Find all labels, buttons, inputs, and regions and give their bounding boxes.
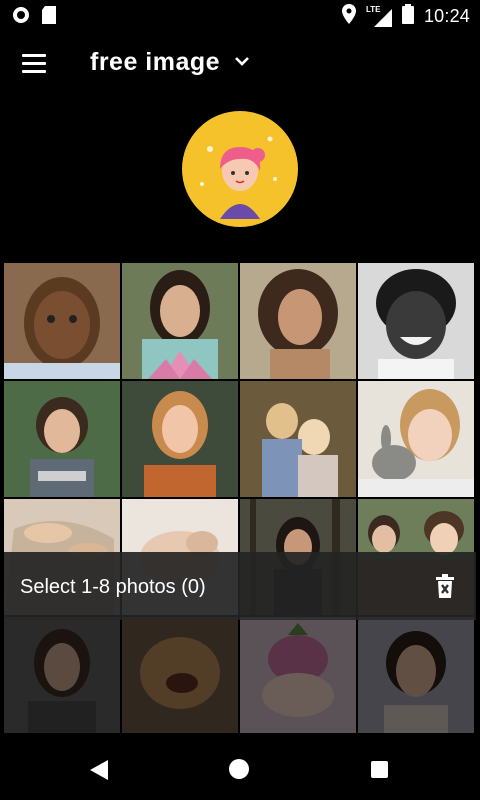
chevron-down-icon xyxy=(234,54,250,72)
photo-7[interactable] xyxy=(240,381,356,497)
status-bar: LTE 10:24 xyxy=(0,0,480,32)
selection-bar: Select 1-8 photos (0) xyxy=(4,552,476,620)
selection-count-label: Select 1-8 photos (0) xyxy=(20,576,206,598)
location-pin-icon xyxy=(341,4,356,29)
system-nav-bar xyxy=(0,740,480,800)
recent-apps-icon[interactable] xyxy=(371,761,388,778)
photo-6[interactable] xyxy=(122,381,238,497)
battery-icon xyxy=(401,4,414,29)
hamburger-menu-icon[interactable] xyxy=(22,54,48,74)
photo-8[interactable] xyxy=(358,381,474,497)
album-selector[interactable]: free image xyxy=(90,48,250,77)
home-icon[interactable] xyxy=(229,759,249,779)
back-icon[interactable] xyxy=(90,760,108,785)
page-title: free image xyxy=(90,48,221,76)
photo-2[interactable] xyxy=(122,263,238,379)
lte-signal-icon: LTE xyxy=(366,5,392,27)
trash-icon[interactable] xyxy=(434,574,456,598)
sd-card-icon xyxy=(42,6,56,29)
photo-1[interactable] xyxy=(4,263,120,379)
app-bar: free image xyxy=(0,32,480,96)
photo-5[interactable] xyxy=(4,381,120,497)
photo-3[interactable] xyxy=(240,263,356,379)
girl-avatar-illustration[interactable] xyxy=(180,109,300,229)
circle-indicator-icon xyxy=(12,6,30,29)
status-time: 10:24 xyxy=(423,6,470,26)
photo-4[interactable] xyxy=(358,263,474,379)
